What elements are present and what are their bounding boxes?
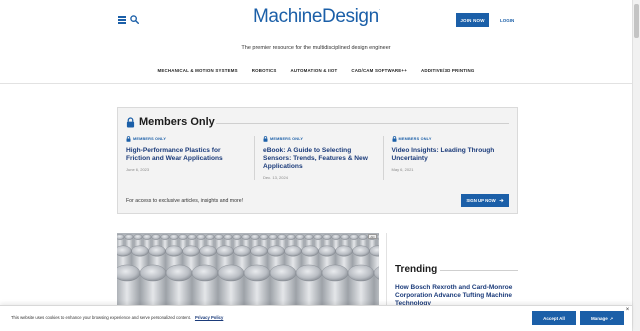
manage-label: Manage	[590, 315, 608, 321]
sign-up-now-button[interactable]: SIGN UP NOW	[461, 194, 509, 207]
members-only-tag: MEMBERS ONLY	[392, 136, 503, 142]
privacy-policy-link[interactable]: Privacy Policy	[195, 315, 223, 320]
lock-icon	[126, 136, 131, 142]
members-only-section: Members Only MEMBERS ONLY High-Performan…	[117, 107, 518, 214]
accept-all-button[interactable]: Accept All	[532, 311, 576, 325]
main-nav: MECHANICAL & MOTION SYSTEMS ROBOTICS AUT…	[0, 68, 632, 73]
members-card: MEMBERS ONLY Video Insights: Leading Thr…	[382, 136, 511, 180]
members-card-date: Dec. 13, 2024	[263, 175, 288, 180]
ad-badge: AD	[368, 234, 377, 239]
members-card-title[interactable]: High-Performance Plastics for Friction a…	[126, 147, 246, 163]
close-icon[interactable]: ×	[624, 307, 631, 314]
lock-icon	[392, 136, 397, 142]
nav-item-automation-iiot[interactable]: AUTOMATION & IIOT	[291, 68, 338, 73]
members-divider	[216, 123, 509, 124]
lock-icon	[263, 136, 268, 142]
members-only-tag: MEMBERS ONLY	[263, 136, 374, 142]
scrollbar-thumb[interactable]	[634, 4, 639, 38]
site-header: MachineDesign. JOIN NOW LOGIN The premie…	[0, 0, 632, 84]
cookie-message: This website uses cookies to enhance you…	[11, 315, 223, 320]
arrow-right-icon	[499, 198, 504, 203]
nav-item-cad-cam-software[interactable]: CAD/CAM SOFTWARE++	[351, 68, 407, 73]
manage-cookies-button[interactable]: Manage ↗	[580, 311, 624, 325]
hamburger-menu-icon[interactable]	[118, 16, 126, 24]
login-link[interactable]: LOGIN	[500, 18, 514, 23]
hero-image[interactable]: AD	[117, 233, 379, 308]
members-tag-label: MEMBERS ONLY	[398, 137, 432, 141]
nav-item-mechanical-motion[interactable]: MECHANICAL & MOTION SYSTEMS	[158, 68, 238, 73]
members-tag-label: MEMBERS ONLY	[270, 137, 304, 141]
logo-mark: .	[378, 6, 380, 12]
lock-icon	[126, 116, 135, 127]
cookie-message-text: This website uses cookies to enhance you…	[11, 315, 191, 320]
members-tag-label: MEMBERS ONLY	[133, 137, 167, 141]
members-only-heading: Members Only	[126, 116, 215, 128]
members-card-date: June 6, 2023	[126, 167, 150, 172]
site-logo[interactable]: MachineDesign.	[253, 6, 380, 28]
members-card-title[interactable]: eBook: A Guide to Selecting Sensors: Tre…	[263, 147, 374, 171]
external-link-icon: ↗	[609, 315, 614, 321]
members-only-tag: MEMBERS ONLY	[126, 136, 246, 142]
members-card: MEMBERS ONLY High-Performance Plastics f…	[126, 136, 254, 180]
members-card-title[interactable]: Video Insights: Leading Through Uncertai…	[392, 147, 503, 163]
nav-item-additive-3d-printing[interactable]: ADDITIVE/3D PRINTING	[421, 68, 475, 73]
trending-divider	[440, 270, 518, 271]
join-now-button[interactable]: JOIN NOW	[456, 13, 489, 27]
members-footer-text: For access to exclusive articles, insigh…	[126, 198, 244, 204]
sign-up-label: SIGN UP NOW	[466, 198, 496, 203]
site-tagline: The premier resource for the multidiscip…	[241, 45, 391, 51]
page-scrollbar[interactable]	[632, 0, 640, 331]
logo-text: MachineDesign	[253, 6, 379, 27]
members-only-title: Members Only	[139, 116, 215, 128]
nav-item-robotics[interactable]: ROBOTICS	[252, 68, 277, 73]
members-card: MEMBERS ONLY eBook: A Guide to Selecting…	[254, 136, 382, 180]
search-icon[interactable]	[130, 15, 139, 24]
cookie-consent-banner: This website uses cookies to enhance you…	[0, 305, 632, 331]
trending-title: Trending	[395, 264, 438, 275]
members-card-date: May 6, 2021	[391, 167, 414, 172]
members-cards: MEMBERS ONLY High-Performance Plastics f…	[126, 136, 511, 180]
metal-bars-image	[117, 233, 379, 308]
column-divider	[386, 233, 387, 308]
